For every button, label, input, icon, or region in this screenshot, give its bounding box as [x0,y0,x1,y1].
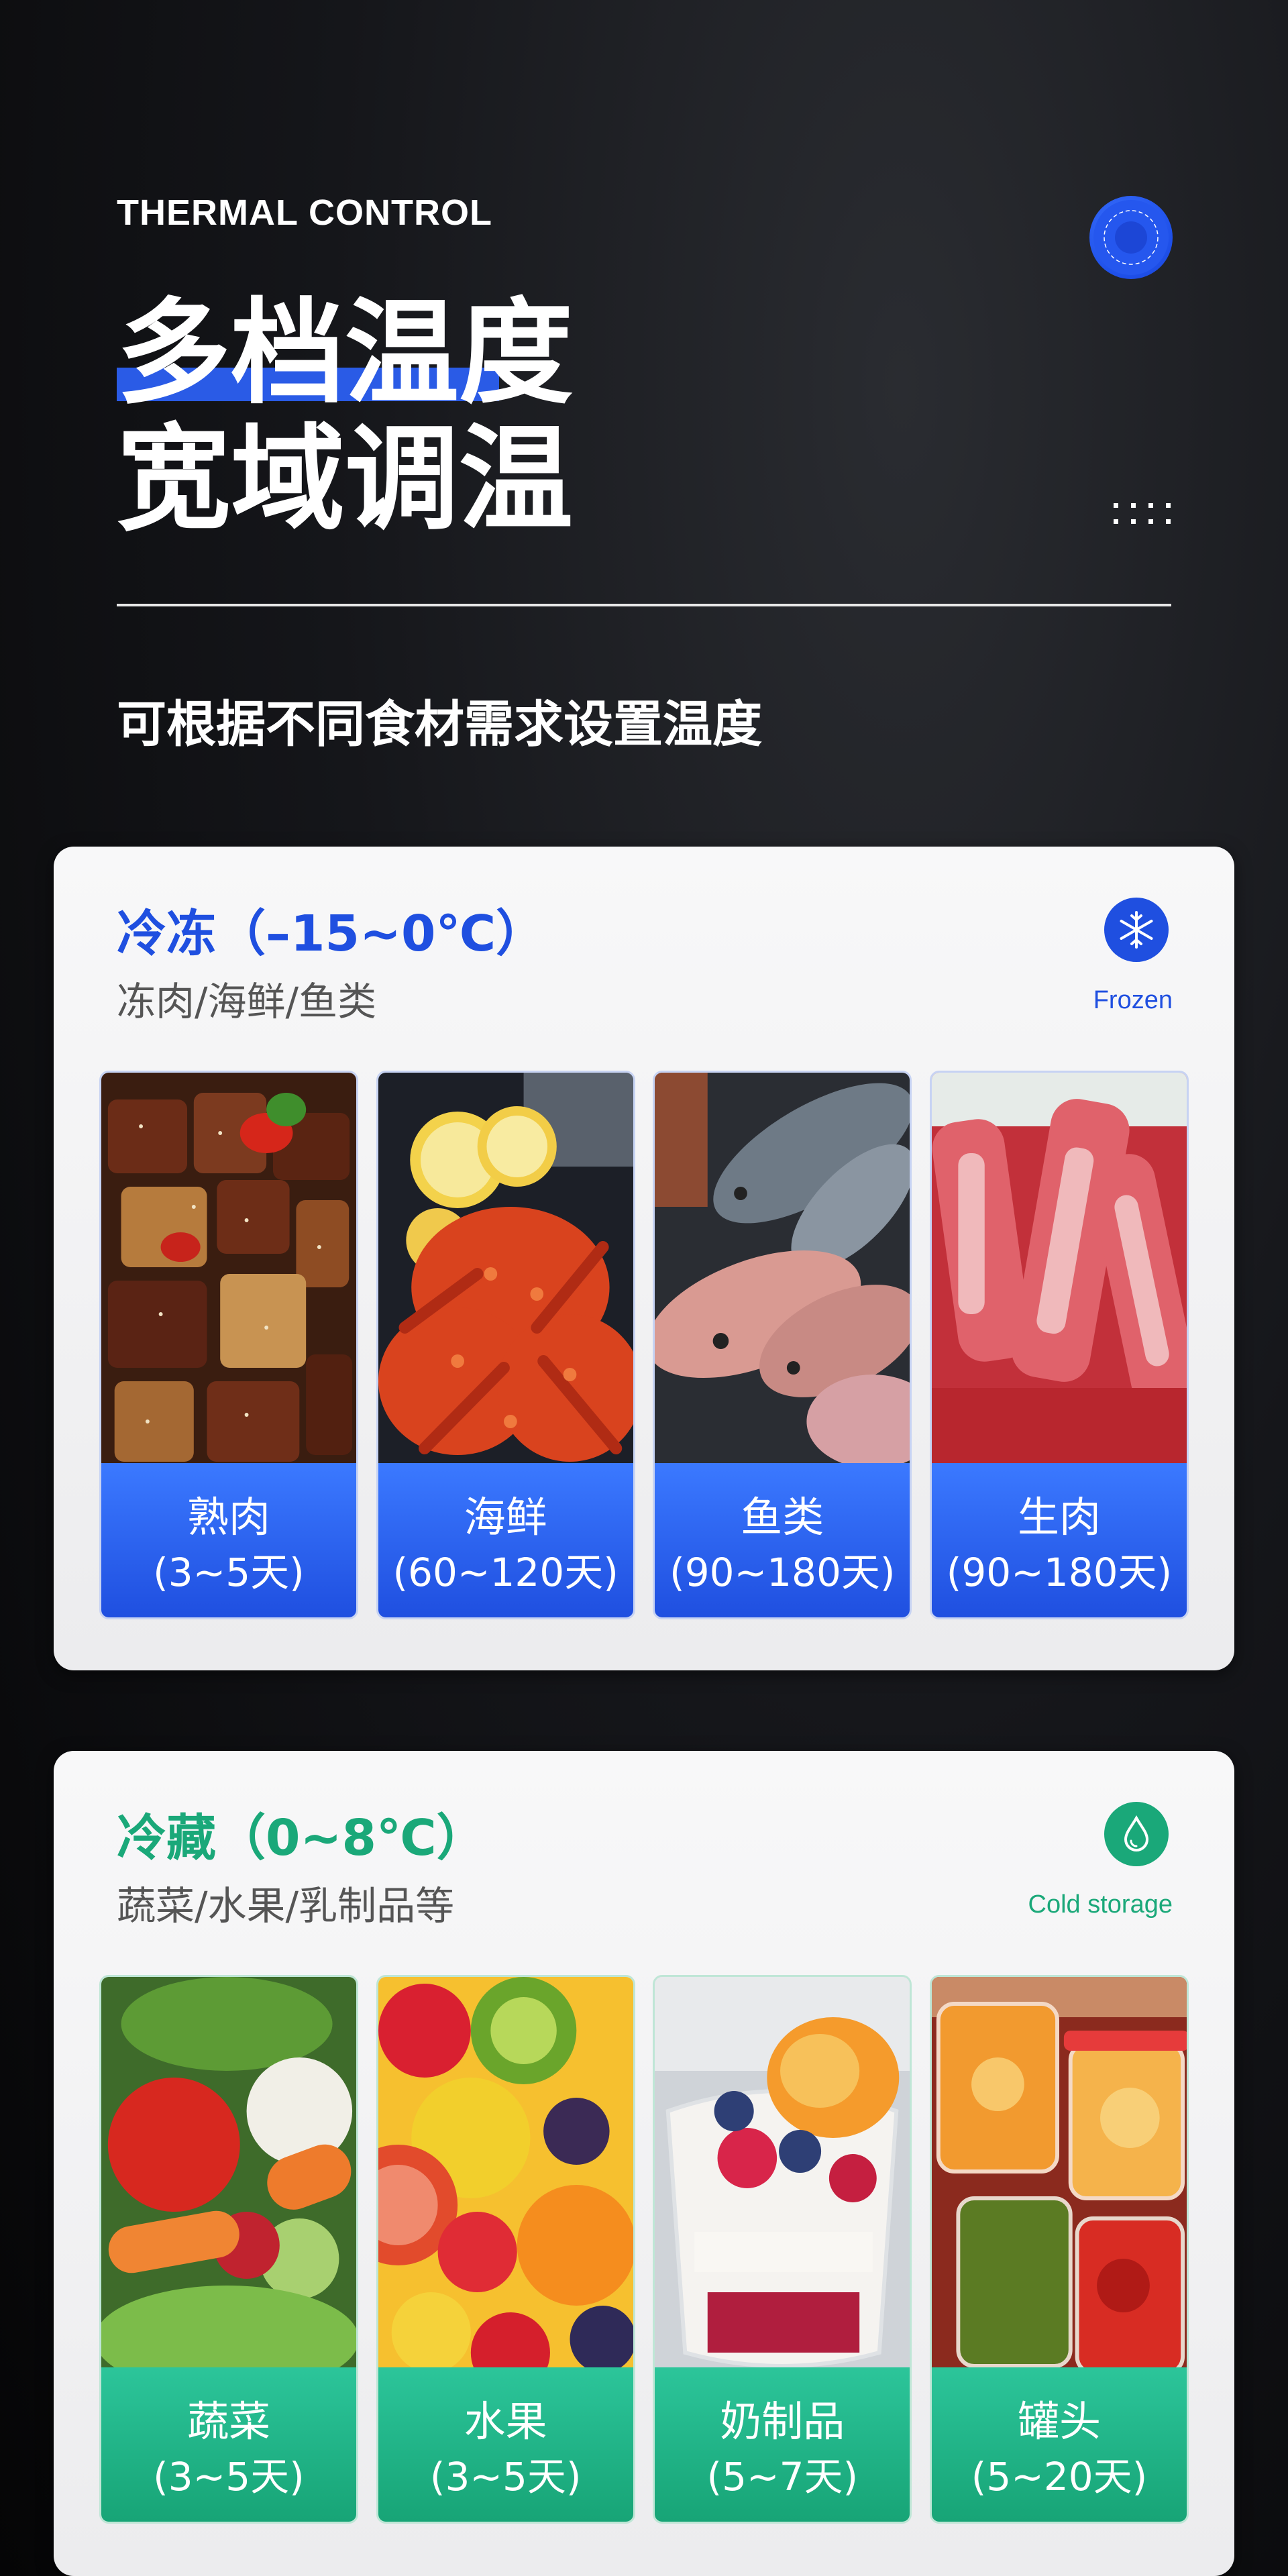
food-caption: 鱼类 (90~180天) [655,1463,910,1617]
food-days: (60~120天) [392,1550,619,1595]
page-title-line2: 宽域调温 [117,413,574,546]
page-subtitle: 可根据不同食材需求设置温度 [117,696,762,753]
fruit-photo [378,1977,633,2379]
frozen-subtitle: 冻肉/海鲜/鱼类 [117,979,377,1024]
raw-meat-photo [931,1073,1187,1475]
cold-storage-card: 冷藏（0~8℃） 蔬菜/水果/乳制品等 Cold storage 蔬菜 (3~5… [54,1751,1234,2576]
food-name: 蔬菜 [186,2397,270,2446]
food-tile-fruit: 水果 (3~5天) [376,1975,635,2524]
eyebrow-label: THERMAL CONTROL [117,193,492,233]
fish-photo [655,1073,910,1475]
food-days: (90~180天) [669,1550,896,1595]
food-name: 奶制品 [720,2397,845,2446]
water-drop-icon [1104,1802,1169,1866]
food-days: (3~5天) [153,1550,305,1595]
food-tile-fish: 鱼类 (90~180天) [653,1071,912,1619]
food-caption: 奶制品 (5~7天) [655,2367,910,2522]
food-tile-canned: 罐头 (5~20天) [929,1975,1189,2524]
brand-badge-icon [1089,196,1173,279]
food-tile-vegetables: 蔬菜 (3~5天) [99,1975,358,2524]
divider-line [117,604,1171,606]
food-name: 水果 [464,2397,547,2446]
frozen-en-label: Frozen [1093,986,1173,1014]
frozen-food-list: 熟肉 (3~5天) 海鲜 (60~120天) 鱼类 (90~180天) 生肉 (… [99,1071,1189,1619]
page-title-line1: 多档温度 [117,287,574,420]
canned-photo [931,1977,1187,2379]
snowflake-icon [1104,898,1169,962]
food-name: 生肉 [1017,1493,1101,1542]
food-name: 罐头 [1017,2397,1101,2446]
food-caption: 海鲜 (60~120天) [378,1463,633,1617]
food-days: (5~20天) [971,2454,1148,2500]
vegetables-photo [101,1977,356,2379]
food-days: (3~5天) [153,2454,305,2500]
food-name: 熟肉 [186,1493,270,1542]
food-caption: 熟肉 (3~5天) [101,1463,356,1617]
food-caption: 罐头 (5~20天) [931,2367,1187,2522]
food-caption: 水果 (3~5天) [378,2367,633,2522]
seafood-photo [378,1073,633,1475]
food-tile-cooked-meat: 熟肉 (3~5天) [99,1071,358,1619]
food-caption: 蔬菜 (3~5天) [101,2367,356,2522]
frozen-title: 冷冻（–15~0℃） [117,905,546,963]
food-days: (90~180天) [946,1550,1173,1595]
food-days: (5~7天) [706,2454,859,2500]
food-name: 鱼类 [741,1493,824,1542]
cold-subtitle: 蔬菜/水果/乳制品等 [117,1883,455,1929]
food-name: 海鲜 [464,1493,547,1542]
food-tile-raw-meat: 生肉 (90~180天) [929,1071,1189,1619]
cold-food-list: 蔬菜 (3~5天) 水果 (3~5天) 奶制品 (5~7天) 罐头 (5~20天… [99,1975,1189,2524]
food-caption: 生肉 (90~180天) [931,1463,1187,1617]
cold-en-label: Cold storage [1028,1890,1173,1919]
food-tile-seafood: 海鲜 (60~120天) [376,1071,635,1619]
cold-title: 冷藏（0~8℃） [117,1809,486,1867]
dots-decoration-icon [1114,503,1171,524]
dairy-photo [655,1977,910,2379]
food-tile-dairy: 奶制品 (5~7天) [653,1975,912,2524]
frozen-card: 冷冻（–15~0℃） 冻肉/海鲜/鱼类 Frozen 熟肉 (3~5天) 海鲜 … [54,847,1234,1670]
food-days: (3~5天) [429,2454,582,2500]
cooked-meat-photo [101,1073,356,1475]
